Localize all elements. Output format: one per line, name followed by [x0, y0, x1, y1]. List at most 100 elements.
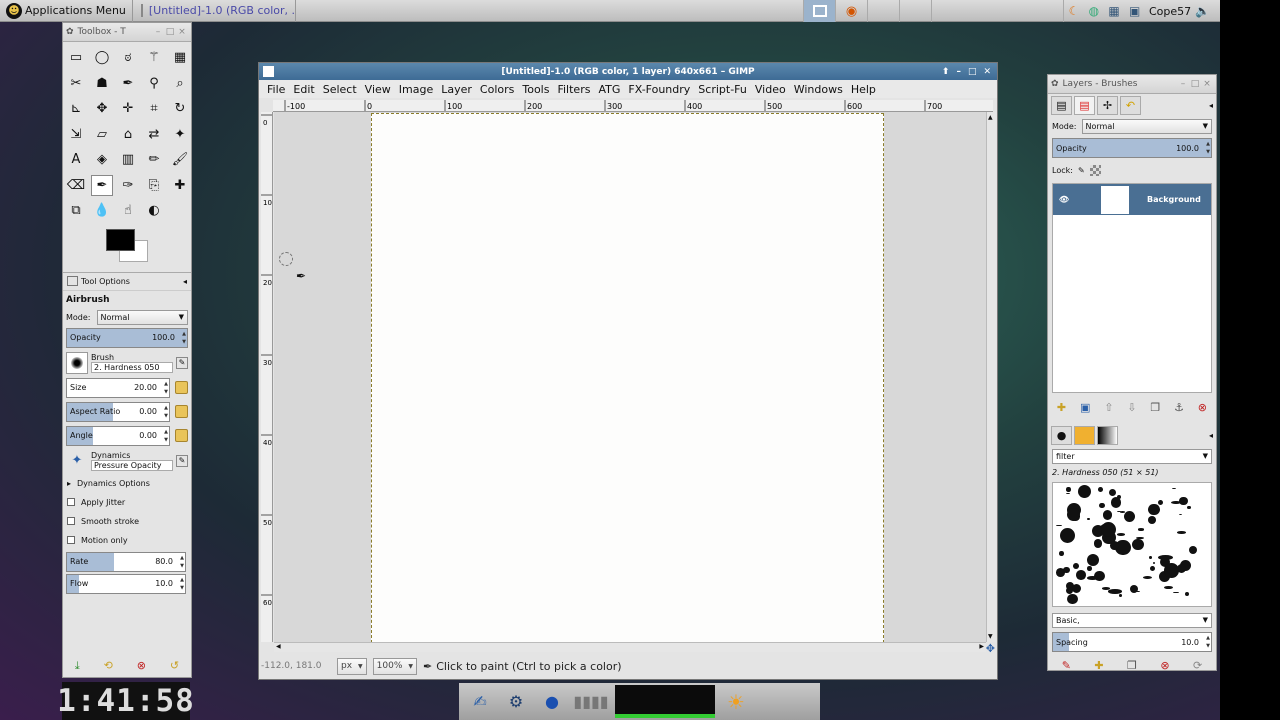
edit-brush-icon[interactable]: ✎ — [176, 356, 188, 369]
foreground-color-swatch[interactable] — [106, 228, 135, 251]
workspace-2[interactable]: ◉ — [835, 0, 867, 22]
close-icon[interactable]: ✕ — [983, 67, 991, 77]
menu-colors[interactable]: Colors — [476, 83, 518, 96]
tool-rotate-icon[interactable]: ↻ — [167, 96, 193, 122]
spinner-arrows-icon[interactable]: ▲ ▼ — [182, 330, 186, 346]
tool-shear-icon[interactable]: ▱ — [89, 122, 115, 148]
brush-preset-thumb[interactable] — [1066, 487, 1071, 492]
layer-row-background[interactable]: 👁 Background — [1053, 184, 1211, 215]
applications-menu-button[interactable]: ☻ Applications Menu — [0, 0, 133, 22]
horizontal-scrollbar[interactable]: ◀ ▶ — [274, 642, 986, 652]
update-icon[interactable]: ☾ — [1069, 4, 1080, 18]
tab-paths[interactable]: ✢ — [1097, 95, 1118, 115]
brush-preset-thumb[interactable] — [1147, 515, 1156, 524]
delete-brush-icon[interactable]: ⊗ — [1160, 659, 1169, 672]
tool-measure-icon[interactable]: ⊾ — [63, 96, 89, 122]
delete-options-icon[interactable]: ⊗ — [137, 659, 146, 673]
brush-preset-thumb[interactable] — [1110, 496, 1122, 508]
brush-preset-thumb[interactable] — [1173, 591, 1180, 594]
launcher-editor-icon[interactable]: ✍ — [465, 687, 495, 717]
brush-preview[interactable] — [66, 351, 88, 374]
brush-preset-thumb[interactable] — [1073, 562, 1080, 569]
reset-size-icon[interactable] — [175, 381, 188, 394]
workspace-1[interactable] — [803, 0, 835, 22]
maximize-icon[interactable]: □ — [164, 27, 176, 37]
brush-preset-thumb[interactable] — [1071, 583, 1081, 594]
spinner-arrows-icon[interactable]: ▲ ▼ — [180, 576, 184, 592]
scroll-down-icon[interactable]: ▼ — [988, 633, 993, 640]
lock-pixels-icon[interactable]: ✎ — [1078, 166, 1085, 175]
tool-zoom-icon[interactable]: ⌕ — [167, 71, 193, 97]
layer-mode-dropdown[interactable]: Normal ▼ — [1081, 118, 1212, 134]
tool-smudge-icon[interactable]: ☝ — [115, 198, 141, 224]
duplicate-layer-icon[interactable]: ❐ — [1150, 401, 1160, 414]
workspace-4[interactable] — [899, 0, 931, 22]
new-brush-icon[interactable]: ✚ — [1094, 659, 1103, 672]
close-icon[interactable]: × — [1201, 79, 1213, 89]
raise-layer-icon[interactable]: ⇧ — [1104, 401, 1113, 414]
brush-preset-thumb[interactable] — [1137, 528, 1144, 531]
volume-icon[interactable]: 🔈 — [1195, 4, 1210, 18]
spinner-arrows-icon[interactable]: ▲ ▼ — [1206, 634, 1210, 650]
tool-airbrush-icon[interactable]: ✒ — [91, 174, 113, 196]
tab-patterns[interactable] — [1074, 425, 1095, 445]
tool-blend-icon[interactable]: ▥ — [115, 147, 141, 173]
brush-preset-thumb[interactable] — [1152, 561, 1155, 565]
tab-layers[interactable]: ▤ — [1051, 95, 1072, 115]
dynamics-name-field[interactable]: Pressure Opacity — [91, 459, 173, 471]
tab-menu-icon[interactable]: ◂ — [1209, 101, 1213, 110]
tool-fuzzy-select-icon[interactable]: ⚚ — [141, 45, 167, 71]
weather-sun-icon[interactable]: ☀ — [721, 687, 751, 717]
menu-help[interactable]: Help — [847, 83, 880, 96]
edit-dynamics-icon[interactable]: ✎ — [176, 454, 188, 467]
brush-grid[interactable] — [1052, 482, 1212, 607]
brush-preset-thumb[interactable] — [1066, 492, 1070, 494]
spinner-arrows-icon[interactable]: ▲ ▼ — [164, 428, 168, 444]
tool-paths-icon[interactable]: ✒ — [115, 71, 141, 97]
brush-preset-thumb[interactable] — [1163, 585, 1173, 589]
menu-fx-foundry[interactable]: FX-Foundry — [624, 83, 694, 96]
reset-angle-icon[interactable] — [175, 429, 188, 442]
tool-dodge-burn-icon[interactable]: ◐ — [141, 198, 167, 224]
menu-windows[interactable]: Windows — [790, 83, 847, 96]
brush-preset-thumb[interactable] — [1136, 536, 1145, 540]
menu-image[interactable]: Image — [395, 83, 437, 96]
spinner-arrows-icon[interactable]: ▲ ▼ — [1206, 140, 1210, 156]
brush-tag-field[interactable]: Basic, ▼ — [1052, 612, 1212, 628]
taskbar-item-gimp[interactable]: [Untitled]-1.0 (RGB color, ... — [133, 0, 296, 22]
tool-perspective-icon[interactable]: ⌂ — [115, 122, 141, 148]
brush-preset-thumb[interactable] — [1132, 538, 1144, 550]
tool-flip-icon[interactable]: ⇄ — [141, 122, 167, 148]
brush-preset-thumb[interactable] — [1077, 485, 1091, 499]
refresh-brushes-icon[interactable]: ⟳ — [1193, 659, 1202, 672]
angle-slider[interactable]: Angle 0.00 ▲ ▼ — [66, 425, 170, 446]
brush-preset-thumb[interactable] — [1164, 562, 1179, 578]
brush-preset-thumb[interactable] — [1142, 576, 1153, 580]
visibility-eye-icon[interactable]: 👁 — [1053, 195, 1075, 204]
brush-preset-thumb[interactable] — [1189, 546, 1198, 555]
tool-rect-select-icon[interactable]: ▭ — [63, 45, 89, 71]
menu-filters[interactable]: Filters — [553, 83, 594, 96]
tool-bucket-fill-icon[interactable]: ◈ — [89, 147, 115, 173]
launcher-tools-icon[interactable]: ⚙ — [501, 687, 531, 717]
flow-slider[interactable]: Flow 10.0 ▲ ▼ — [66, 573, 186, 594]
reset-aspect-icon[interactable] — [175, 405, 188, 418]
brush-preset-thumb[interactable] — [1178, 514, 1183, 516]
brush-preset-thumb[interactable] — [1186, 505, 1191, 510]
anchor-layer-icon[interactable]: ⚓ — [1174, 401, 1184, 414]
menu-file[interactable]: File — [263, 83, 289, 96]
brush-preset-thumb[interactable] — [1063, 566, 1070, 574]
dynamics-options-expander[interactable]: ▸ Dynamics Options — [63, 474, 191, 493]
tool-move-icon[interactable]: ✥ — [89, 96, 115, 122]
scroll-right-icon[interactable]: ▶ — [979, 643, 984, 650]
brush-preset-thumb[interactable] — [1099, 502, 1106, 509]
brush-preset-thumb[interactable] — [1107, 589, 1123, 594]
new-group-icon[interactable]: ▣ — [1080, 401, 1090, 414]
tool-free-select-icon[interactable]: ಠ — [115, 45, 141, 71]
brush-preset-thumb[interactable] — [1179, 496, 1188, 505]
tool-ink-icon[interactable]: ✑ — [115, 173, 141, 199]
layer-opacity-slider[interactable]: Opacity 100.0 ▲ ▼ — [1052, 138, 1212, 158]
brush-preset-thumb[interactable] — [1136, 591, 1141, 593]
tab-menu-icon[interactable]: ◂ — [183, 277, 187, 286]
tab-channels[interactable]: ▤ — [1074, 95, 1095, 115]
